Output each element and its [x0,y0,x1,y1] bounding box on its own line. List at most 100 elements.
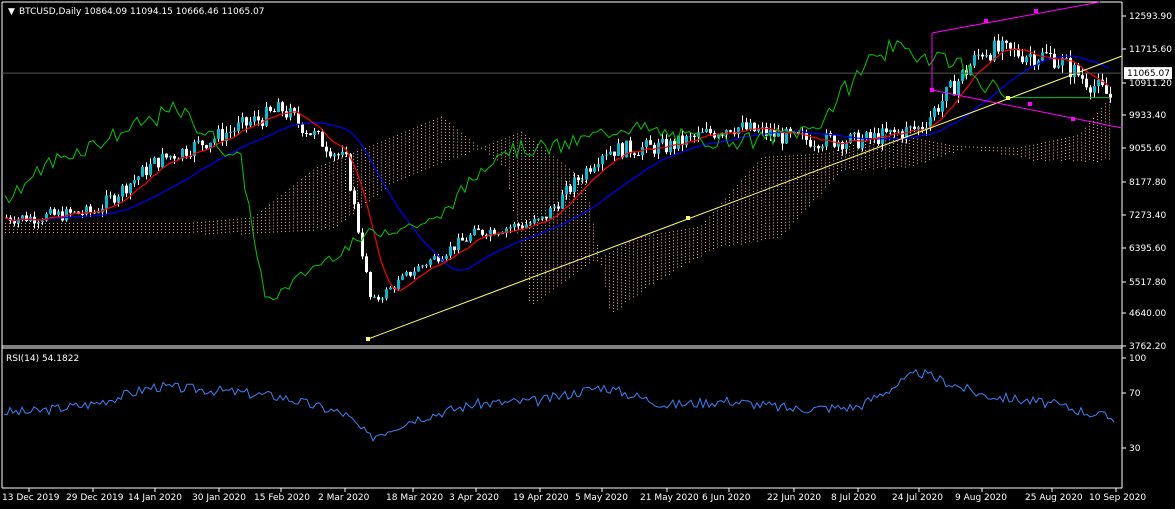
cloud-dot [853,168,854,170]
cloud-dot [609,262,610,264]
cloud-dot [697,251,698,253]
cloud-dot [737,215,738,217]
cloud-dot [769,231,770,233]
cloud-dot [361,197,362,199]
cloud-dot [725,210,726,212]
cloud-dot [469,139,470,141]
cloud-dot [609,301,610,303]
candle-body [701,132,704,134]
cloud-dot [573,201,574,203]
cloud-dot [781,158,782,160]
cloud-dot [637,270,638,272]
cloud-dot [673,267,674,269]
cloud-dot [541,294,542,296]
cloud-dot [557,285,558,287]
cloud-dot [569,276,570,278]
cloud-dot [337,177,338,179]
cloud-dot [325,202,326,204]
candle-body [153,157,156,164]
candlestick-chart[interactable]: 12593.9011715.6010911.209933.409055.6081… [0,0,1175,509]
cloud-dot [905,157,906,159]
cloud-dot [357,181,358,183]
cloud-dot [577,180,578,182]
cloud-dot [333,184,334,186]
cloud-dot [1101,120,1102,122]
cloud-dot [341,211,342,213]
cloud-dot [777,177,778,179]
cloud-dot [593,226,594,228]
cloud-dot [401,160,402,162]
cloud-dot [825,183,826,185]
cloud-dot [225,231,226,233]
cloud-dot [425,126,426,128]
cloud-dot [909,161,910,163]
cloud-dot [425,129,426,131]
cloud-dot [737,188,738,190]
cloud-dot [553,165,554,167]
cloud-dot [245,233,246,235]
cloud-dot [533,261,534,263]
cloud-dot [1109,101,1110,103]
cloud-dot [1073,151,1074,153]
cloud-dot [781,170,782,172]
symbol-menu-icon[interactable]: ▼ [8,7,15,17]
cloud-dot [533,258,534,260]
cloud-dot [429,148,430,150]
cloud-dot [705,235,706,237]
candle-body [409,272,412,276]
cloud-dot [333,193,334,195]
cloud-dot [1069,146,1070,148]
cloud-dot [541,267,542,269]
cloud-dot [553,174,554,176]
cloud-dot [81,225,82,227]
cloud-dot [709,237,710,239]
cloud-dot [785,188,786,190]
cloud-dot [537,288,538,290]
cloud-dot [445,125,446,127]
cloud-dot [153,222,154,224]
cloud-dot [329,189,330,191]
cloud-dot [549,246,550,248]
cloud-dot [189,231,190,233]
cloud-dot [593,229,594,231]
cloud-dot [685,241,686,243]
cloud-dot [313,184,314,186]
cloud-dot [1097,125,1098,127]
cloud-dot [285,224,286,226]
cloud-dot [629,277,630,279]
cloud-dot [237,230,238,232]
cloud-dot [473,142,474,144]
cloud-dot [1109,155,1110,157]
cloud-dot [689,237,690,239]
cloud-dot [573,231,574,233]
cloud-dot [1045,151,1046,153]
cloud-dot [537,201,538,203]
cloud-dot [341,172,342,174]
cloud-dot [537,261,538,263]
cloud-dot [857,158,858,160]
cloud-dot [657,263,658,265]
cloud-dot [541,177,542,179]
cloud-dot [337,204,338,206]
cloud-dot [357,151,358,153]
cloud-dot [741,243,742,245]
cloud-dot [661,266,662,268]
cloud-dot [393,145,394,147]
cloud-dot [1097,119,1098,121]
cloud-dot [1053,152,1054,154]
cloud-dot [529,212,530,214]
cloud-dot [517,163,518,165]
cloud-dot [365,186,366,188]
time-tick-label: 10 Sep 2020 [1089,493,1146,503]
cloud-dot [585,208,586,210]
cloud-dot [1101,117,1102,119]
cloud-dot [825,171,826,173]
cloud-dot [329,228,330,230]
cloud-dot [705,238,706,240]
cloud-dot [1101,135,1102,137]
cloud-dot [221,229,222,231]
cloud-dot [609,256,610,258]
cloud-dot [105,222,106,224]
cloud-dot [709,228,710,230]
cloud-dot [573,204,574,206]
